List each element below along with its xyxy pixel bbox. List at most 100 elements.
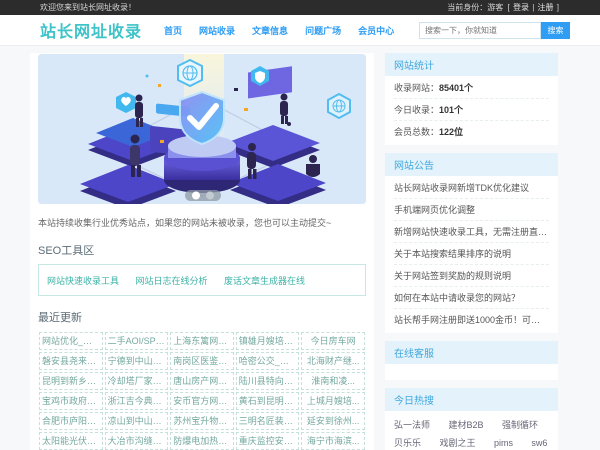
stat-today-indexed: 今日收录：101个 (394, 99, 549, 121)
site-link[interactable]: 凉山到中山物流... (104, 412, 169, 430)
carousel-dot (206, 191, 214, 200)
search-input[interactable] (419, 21, 541, 39)
sidebar: 网站统计 收录网站：85401个 今日收录：101个 会员总数：122位 网站公… (385, 53, 558, 450)
customer-service-card: 在线客服 (385, 341, 558, 380)
main-nav: 首页 网站收录 文章信息 问题广场 会员中心 (164, 24, 411, 37)
site-link[interactable]: 昆明到新乡物流... (39, 372, 103, 390)
notice-link[interactable]: 手机端网页优化调整 (394, 199, 549, 221)
register-link[interactable]: 注册 (538, 3, 554, 12)
stat-value: 85401个 (439, 83, 474, 93)
bracket: [ (507, 3, 510, 12)
notice-link[interactable]: 如何在本站中请收录您的网站？ (394, 287, 549, 309)
carousel-dot-active (192, 191, 200, 200)
nav-item-member[interactable]: 会员中心 (358, 24, 394, 37)
carousel-dots[interactable] (185, 190, 221, 201)
hot-search-title: 今日热搜 (385, 388, 558, 411)
site-link[interactable]: 太阳能光伏板回... (39, 432, 103, 450)
main-content: 本站持续收集行业优秀站点，如果您的网站未被收录，您也可以主动提交~ SEO工具区… (30, 53, 374, 450)
site-link[interactable]: 宁德到中山物流... (104, 352, 169, 370)
nav-item-site-index[interactable]: 网站收录 (199, 24, 235, 37)
nav-item-qa[interactable]: 问题广场 (305, 24, 341, 37)
site-link[interactable]: 磐安县尧来舜工... (39, 352, 103, 370)
hot-search-tags: 弘一法师 建材B2B 强制循环 贝乐乐 戏剧之王 pims sw6 首码3 (385, 411, 558, 450)
notice-link[interactable]: 站长帮手网注册即送1000金币！可用于... (394, 309, 549, 330)
hot-tag[interactable]: 弘一法师 (394, 418, 430, 431)
notice-link[interactable]: 站长网站收录网新增TDK优化建议 (394, 177, 549, 199)
site-link[interactable]: 黄石到昆明物流... (235, 392, 300, 410)
notice-link[interactable]: 关于本站搜索结果排序的说明 (394, 243, 549, 265)
seo-toolbox: 网站快速收录工具 网站日志在线分析 废话文章生成器在线 (38, 264, 366, 296)
pipe: | (532, 3, 535, 12)
nav-item-home[interactable]: 首页 (164, 24, 182, 37)
site-link[interactable]: 苏州宝升物流系... (170, 412, 234, 430)
tool-link-article-generator[interactable]: 废话文章生成器在线 (224, 276, 305, 286)
hot-tag[interactable]: 建材B2B (448, 418, 483, 431)
identity-text: 当前身份：游客 (447, 3, 504, 12)
site-header: 站长网址收录 首页 网站收录 文章信息 问题广场 会员中心 搜索 (0, 15, 600, 46)
hot-tag[interactable]: 贝乐乐 (394, 436, 421, 449)
bracket: ] (556, 3, 559, 12)
site-link[interactable]: 唐山房产网_新房... (170, 372, 234, 390)
stat-label: 会员总数： (394, 127, 440, 137)
site-link[interactable]: 哈密公交_哈密公... (235, 352, 300, 370)
hot-tag[interactable]: pims (494, 438, 513, 448)
globe-hexagon-large (177, 58, 203, 88)
hot-search-card: 今日热搜 弘一法师 建材B2B 强制循环 贝乐乐 戏剧之王 pims sw6 首… (385, 388, 558, 450)
search-button[interactable]: 搜索 (541, 21, 570, 39)
stat-label: 收录网站： (394, 83, 440, 93)
stats-card: 网站统计 收录网站：85401个 今日收录：101个 会员总数：122位 (385, 53, 558, 145)
stat-label: 今日收录： (394, 105, 440, 115)
site-link[interactable]: 淮南和凌... (301, 372, 365, 390)
site-link[interactable]: 延安到徐州... (301, 412, 365, 430)
stat-value: 122位 (439, 127, 464, 137)
tool-link-log-analysis[interactable]: 网站日志在线分析 (135, 276, 207, 286)
stat-sites-indexed: 收录网站：85401个 (394, 77, 549, 99)
shield-check-icon (179, 90, 225, 146)
seo-tools-heading: SEO工具区 (38, 245, 95, 257)
globe-hexagon-right (327, 92, 351, 120)
site-link[interactable]: 今日房车网 (301, 332, 365, 350)
site-link[interactable]: 安币官方网站-安... (170, 392, 234, 410)
recent-updates-table: 网站优化_免费发... 二手AOI/SPI设备... 上海东篱网络科... 镇雄… (38, 331, 366, 450)
identity-area: 当前身份：游客 [ 登录 | 注册 ] (446, 2, 560, 13)
hero-illustration (38, 54, 366, 204)
site-link[interactable]: 北海财产继... (301, 352, 365, 370)
site-link[interactable]: 海宁市海滨... (301, 432, 365, 450)
site-link[interactable]: 陆川县特向灯具... (235, 372, 300, 390)
site-intro-text: 本站持续收集行业优秀站点，如果您的网站未被收录，您也可以主动提交~ (38, 218, 332, 228)
notice-link[interactable]: 关于网站签到奖励的规则说明 (394, 265, 549, 287)
nav-item-articles[interactable]: 文章信息 (252, 24, 288, 37)
stat-members: 会员总数：122位 (394, 121, 549, 142)
site-link[interactable]: 浙江吉今典当有... (104, 392, 169, 410)
site-logo-title[interactable]: 站长网址收录 (40, 18, 142, 42)
hot-tag[interactable]: 强制循环 (502, 418, 538, 431)
welcome-text: 欢迎您来到站长网址收录！ (40, 3, 136, 12)
customer-service-title: 在线客服 (385, 341, 558, 364)
site-link[interactable]: 重庆监控安装,高... (235, 432, 300, 450)
site-link[interactable]: 三明名匠装饰_三... (235, 412, 300, 430)
stats-card-title: 网站统计 (385, 53, 558, 76)
search-bar: 搜索 (419, 21, 570, 39)
site-link[interactable]: 南岗区医鉴豆浆... (170, 352, 234, 370)
site-link[interactable]: 上海东篱网络科... (170, 332, 234, 350)
login-link[interactable]: 登录 (513, 3, 529, 12)
notice-link[interactable]: 新增网站快速收录工具，无需注册直接... (394, 221, 549, 243)
tool-link-fast-index[interactable]: 网站快速收录工具 (47, 276, 119, 286)
site-link[interactable]: 大冶市沟缝胶带... (104, 432, 169, 450)
site-link[interactable]: 宝鸡市政府采购网 (39, 392, 103, 410)
notice-card: 网站公告 站长网站收录网新增TDK优化建议 手机端网页优化调整 新增网站快速收录… (385, 153, 558, 333)
site-link[interactable]: 二手AOI/SPI设备... (104, 332, 169, 350)
site-link[interactable]: 冷却塔厂家_密闭... (104, 372, 169, 390)
topbar: 欢迎您来到站长网址收录！ 当前身份：游客 [ 登录 | 注册 ] (0, 0, 600, 15)
site-link[interactable]: 防爆电加热器厂... (170, 432, 234, 450)
site-link[interactable]: 上城月嫂培... (301, 392, 365, 410)
stat-value: 101个 (439, 105, 464, 115)
hot-tag[interactable]: sw6 (531, 438, 547, 448)
customer-service-body (385, 364, 558, 380)
site-link[interactable]: 镇雄月嫂培训班... (235, 332, 300, 350)
site-link[interactable]: 网站优化_免费发... (39, 332, 103, 350)
recent-updates-heading: 最近更新 (38, 312, 82, 324)
notice-card-title: 网站公告 (385, 153, 558, 176)
site-link[interactable]: 合肥市庐阳区交... (39, 412, 103, 430)
hot-tag[interactable]: 戏剧之王 (439, 436, 475, 449)
